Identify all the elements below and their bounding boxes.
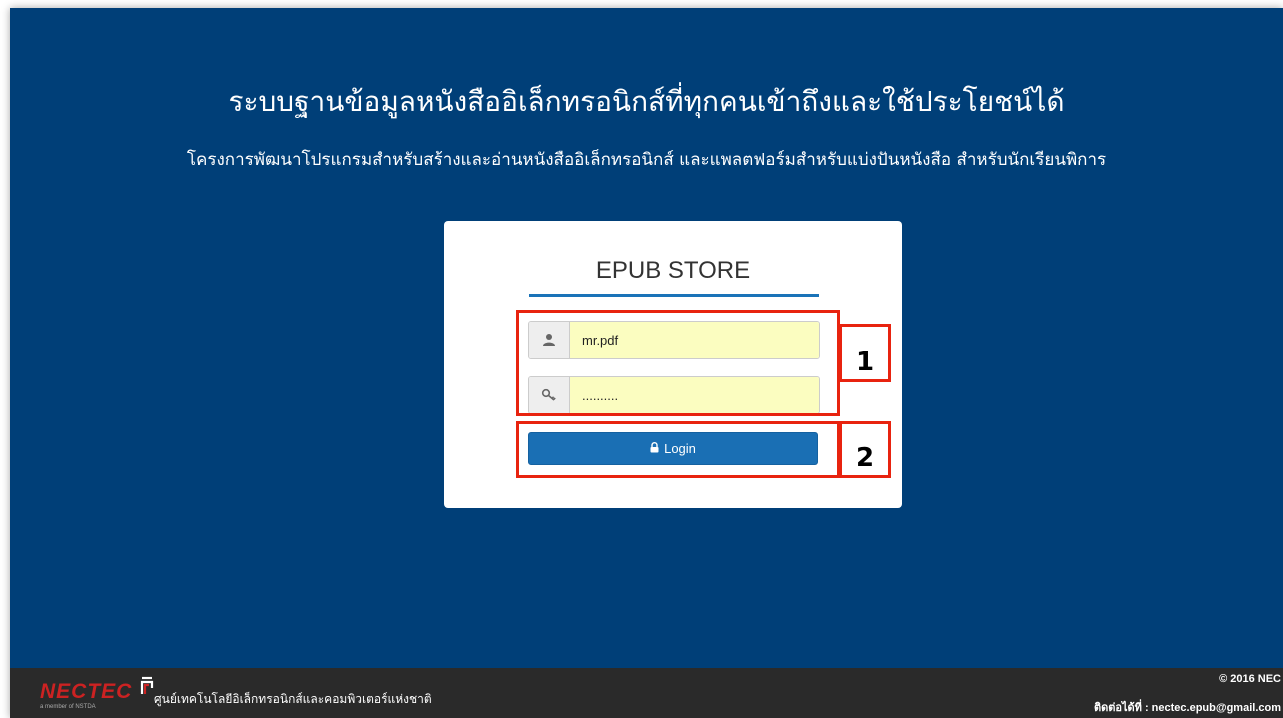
nectec-mark-icon <box>140 674 154 700</box>
callout-box-login <box>516 421 840 478</box>
callout-label-1: 1 <box>839 324 891 382</box>
title-underline <box>529 294 819 297</box>
footer-copyright: © 2016 NEC <box>1219 673 1281 685</box>
callout-box-credentials <box>516 310 840 416</box>
footer: NECTEC a member of NSTDA ศูนย์เทคโนโลยีอ… <box>10 668 1283 718</box>
logo-subtext: a member of NSTDA <box>40 704 96 710</box>
page-title: ระบบฐานข้อมูลหนังสืออิเล็กทรอนิกส์ที่ทุก… <box>228 85 1065 118</box>
app-window: ระบบฐานข้อมูลหนังสืออิเล็กทรอนิกส์ที่ทุก… <box>10 8 1283 718</box>
logo-text: NECTEC <box>40 680 133 703</box>
footer-contact: ติดต่อได้ที่ : nectec.epub@gmail.com <box>1093 702 1281 714</box>
login-title: EPUB STORE <box>595 257 751 284</box>
page-subtitle: โครงการพัฒนาโปรแกรมสำหรับสร้างและอ่านหนั… <box>186 150 1107 170</box>
nectec-logo[interactable]: NECTEC a member of NSTDA <box>40 676 154 710</box>
footer-org-name: ศูนย์เทคโนโลยีอิเล็กทรอนิกส์และคอมพิวเตอ… <box>154 692 432 706</box>
callout-label-2: 2 <box>839 421 891 478</box>
